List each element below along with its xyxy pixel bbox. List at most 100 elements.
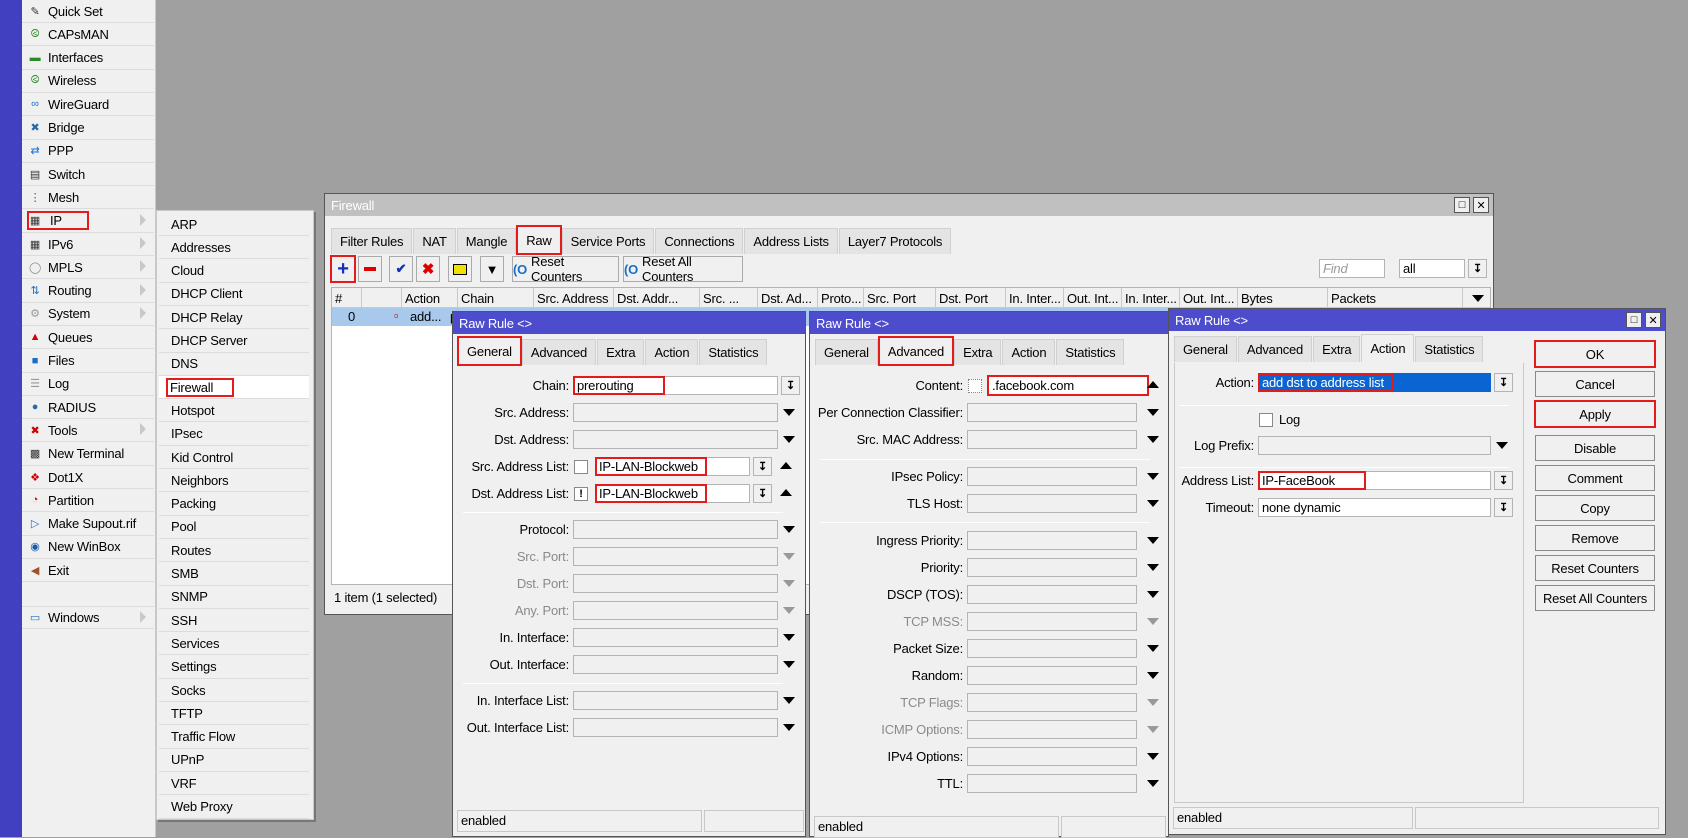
dropdown-arrow-icon[interactable] — [1496, 442, 1508, 449]
src-address-list-negate-checkbox[interactable] — [574, 460, 588, 474]
dropdown-arrow-icon[interactable] — [783, 661, 795, 668]
ip-submenu-item-routes[interactable]: Routes — [159, 539, 309, 563]
disable-button[interactable]: ✖ — [416, 256, 440, 282]
ip-submenu-item-neighbors[interactable]: Neighbors — [159, 469, 309, 493]
column-header[interactable]: Chain — [458, 288, 534, 308]
tcp-mss-field[interactable] — [967, 612, 1137, 631]
sidebar-item-mesh[interactable]: ⋮ Mesh — [22, 186, 154, 210]
dropdown-arrow-icon[interactable] — [783, 409, 795, 416]
dropdown-arrow-icon[interactable] — [783, 553, 795, 560]
ip-submenu-item-smb[interactable]: SMB — [159, 563, 309, 586]
sidebar-item-files[interactable]: ■ Files — [22, 350, 154, 373]
pcc-field[interactable] — [967, 403, 1137, 422]
column-header[interactable]: Dst. Port — [936, 288, 1006, 308]
sidebar-item-partition[interactable]: ◔ Partition — [22, 489, 154, 513]
out-interface-list-field[interactable] — [573, 718, 778, 737]
column-header[interactable]: Bytes — [1238, 288, 1328, 308]
ip-submenu-item-dhcp-client[interactable]: DHCP Client — [159, 283, 309, 306]
ip-submenu-item-addresses[interactable]: Addresses — [159, 236, 309, 260]
ip-submenu-item-tftp[interactable]: TFTP — [159, 702, 309, 726]
apply-button[interactable]: Apply — [1534, 400, 1656, 428]
protocol-field[interactable] — [573, 520, 778, 539]
ip-submenu-item-upnp[interactable]: UPnP — [159, 749, 309, 772]
dst-port-field[interactable] — [573, 574, 778, 593]
tab-nat[interactable]: NAT — [413, 228, 456, 254]
src-port-field[interactable] — [573, 547, 778, 566]
sidebar-item-ppp[interactable]: ⇄ PPP — [22, 140, 154, 163]
dropdown-arrow-icon[interactable] — [1147, 564, 1159, 571]
filter-dropdown-button[interactable]: ↧ — [1468, 259, 1487, 278]
sidebar-item-ipv6[interactable]: ▦ IPv6 — [22, 233, 154, 256]
ipv4-options-field[interactable] — [967, 747, 1137, 766]
log-checkbox[interactable] — [1259, 413, 1273, 427]
dst-address-field[interactable] — [573, 430, 778, 449]
tab-statistics[interactable]: Statistics — [1056, 339, 1125, 365]
dropdown-arrow-icon[interactable] — [1147, 672, 1159, 679]
tab-statistics[interactable]: Statistics — [1415, 336, 1484, 362]
in-interface-field[interactable] — [573, 628, 778, 647]
timeout-dropdown-button[interactable]: ↧ — [1494, 498, 1513, 517]
close-icon[interactable]: ✕ — [1473, 197, 1489, 213]
dropdown-arrow-icon[interactable] — [783, 580, 795, 587]
dropdown-arrow-icon[interactable] — [783, 724, 795, 731]
dropdown-arrow-icon[interactable] — [783, 697, 795, 704]
dst-address-list-field[interactable]: IP-LAN-Blockweb — [595, 484, 750, 503]
column-header[interactable]: Src. Address — [534, 288, 614, 308]
raw-rule-action-titlebar[interactable]: Raw Rule <> — [1169, 309, 1665, 331]
src-mac-field[interactable] — [967, 430, 1137, 449]
column-header[interactable]: Dst. Ad... — [758, 288, 818, 308]
ip-submenu-item-pool[interactable]: Pool — [159, 516, 309, 539]
ip-submenu-item-arp[interactable]: ARP — [159, 213, 309, 236]
content-negate-checkbox[interactable] — [968, 379, 982, 393]
address-list-dropdown-button[interactable]: ↧ — [1494, 471, 1513, 490]
chain-field[interactable]: prerouting — [573, 376, 778, 395]
maximize-icon[interactable]: □ — [1454, 197, 1470, 213]
sidebar-item-tools[interactable]: ✖ Tools — [22, 419, 154, 443]
tab-advanced[interactable]: Advanced — [521, 339, 597, 365]
dropdown-arrow-icon[interactable] — [783, 436, 795, 443]
ipsec-policy-field[interactable] — [967, 467, 1137, 486]
sidebar-item-radius[interactable]: ● RADIUS — [22, 396, 154, 420]
column-header[interactable]: # — [332, 288, 362, 308]
tab-action[interactable]: Action — [1002, 339, 1056, 365]
dst-address-list-negate-checkbox[interactable]: ! — [574, 487, 588, 501]
remove-button[interactable]: Remove — [1535, 525, 1655, 551]
sidebar-item-wireless[interactable]: ⧀ Wireless — [22, 70, 154, 93]
dropdown-arrow-icon[interactable] — [1147, 780, 1159, 787]
ip-submenu-item-ipsec[interactable]: IPsec — [159, 423, 309, 446]
column-header[interactable]: Proto... — [818, 288, 864, 308]
column-header[interactable] — [362, 288, 402, 308]
ok-button[interactable]: OK — [1534, 340, 1656, 368]
enable-button[interactable]: ✔ — [389, 256, 413, 282]
raw-rule-general-titlebar[interactable]: Raw Rule <> — [453, 312, 805, 334]
filter-select[interactable]: all — [1399, 259, 1465, 278]
ip-submenu-item-services[interactable]: Services — [159, 632, 309, 656]
copy-button[interactable]: Copy — [1535, 495, 1655, 521]
sidebar-item-log[interactable]: ☰ Log — [22, 373, 154, 396]
priority-field[interactable] — [967, 558, 1137, 577]
tab-general[interactable]: General — [815, 339, 878, 365]
sidebar-item-bridge[interactable]: ✖ Bridge — [22, 117, 154, 140]
timeout-field[interactable]: none dynamic — [1258, 498, 1491, 517]
tab-service-ports[interactable]: Service Ports — [561, 228, 655, 254]
tab-raw[interactable]: Raw — [516, 225, 562, 255]
dst-address-list-dropdown-button[interactable]: ↧ — [753, 484, 772, 503]
out-interface-field[interactable] — [573, 655, 778, 674]
dscp-field[interactable] — [967, 585, 1137, 604]
raw-rule-advanced-titlebar[interactable]: Raw Rule <> — [810, 312, 1168, 334]
sidebar-item-routing[interactable]: ⇅ Routing — [22, 280, 154, 303]
sidebar-item-dot1x[interactable]: ❖ Dot1X — [22, 466, 154, 489]
random-field[interactable] — [967, 666, 1137, 685]
sidebar-item-quick-set[interactable]: ✎ Quick Set — [22, 0, 154, 23]
column-header[interactable]: Out. Int... — [1064, 288, 1122, 308]
sidebar-item-interfaces[interactable]: ▬ Interfaces — [22, 47, 154, 70]
tab-extra[interactable]: Extra — [954, 339, 1002, 365]
tab-general[interactable]: General — [457, 336, 522, 366]
ttl-field[interactable] — [967, 774, 1137, 793]
maximize-icon[interactable]: □ — [1626, 312, 1642, 328]
log-prefix-field[interactable] — [1258, 436, 1491, 455]
icmp-options-field[interactable] — [967, 720, 1137, 739]
tab-address-lists[interactable]: Address Lists — [744, 228, 838, 254]
sidebar-item-windows[interactable]: ▭ Windows — [22, 605, 154, 629]
tab-extra[interactable]: Extra — [1313, 336, 1361, 362]
